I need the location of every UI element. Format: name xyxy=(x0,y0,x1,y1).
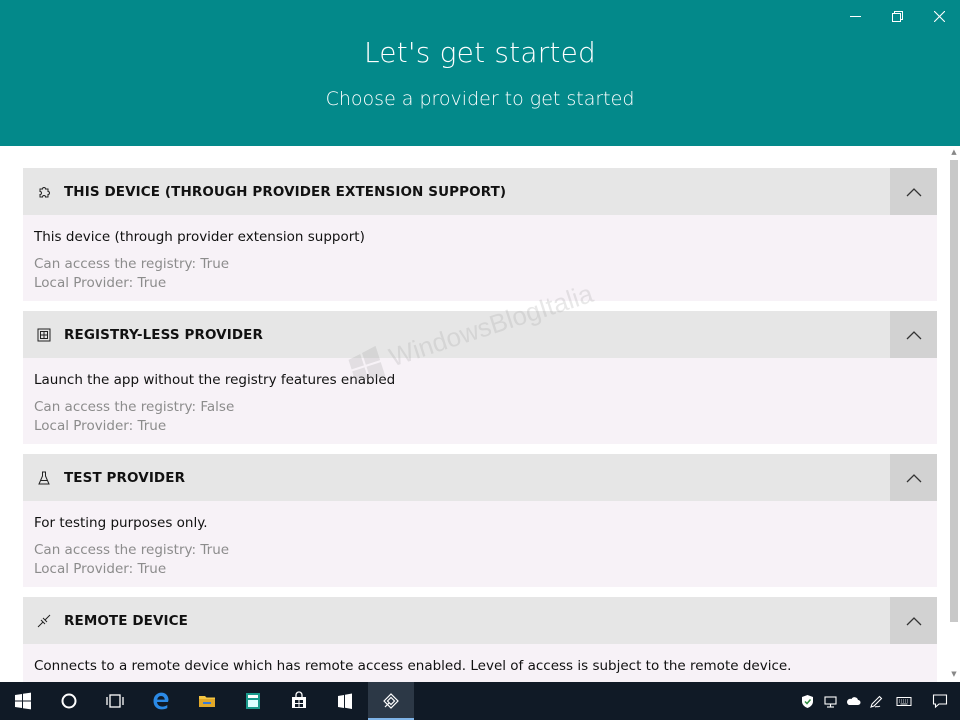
provider-card-registry-less[interactable]: REGISTRY-LESS PROVIDER Launch the app wi… xyxy=(23,311,937,444)
cortana-button[interactable] xyxy=(46,682,92,720)
registry-access-text: Can access the registry: True xyxy=(34,256,230,272)
keyboard-button[interactable] xyxy=(888,682,920,720)
defender-icon xyxy=(802,694,813,708)
provider-card-title: THIS DEVICE (THROUGH PROVIDER EXTENSION … xyxy=(64,183,507,200)
chevron-up-icon xyxy=(906,473,921,482)
keyboard-icon xyxy=(896,696,912,706)
app-icon xyxy=(338,693,352,709)
file-explorer-button[interactable] xyxy=(184,682,230,720)
provider-card-header[interactable]: THIS DEVICE (THROUGH PROVIDER EXTENSION … xyxy=(23,168,937,215)
edge-button[interactable] xyxy=(138,682,184,720)
pen-icon xyxy=(870,695,883,708)
provider-card-this-device[interactable]: THIS DEVICE (THROUGH PROVIDER EXTENSION … xyxy=(23,168,937,301)
cortana-icon xyxy=(61,693,77,709)
provider-description: This device (through provider extension … xyxy=(34,229,365,245)
close-icon xyxy=(933,10,945,22)
registry-app-button[interactable] xyxy=(368,682,414,720)
minimize-icon xyxy=(849,15,861,17)
start-button[interactable] xyxy=(0,682,46,720)
vertical-scrollbar[interactable]: ▲ ▼ xyxy=(948,146,960,682)
local-provider-text: Local Provider: True xyxy=(34,561,167,577)
local-provider-text: Local Provider: True xyxy=(34,275,167,291)
windows-start-icon xyxy=(15,692,31,710)
provider-card-body: Connects to a remote device which has re… xyxy=(23,644,937,682)
onedrive-button[interactable] xyxy=(842,682,865,720)
store-button[interactable] xyxy=(276,682,322,720)
minimize-button[interactable] xyxy=(834,0,876,32)
chevron-up-icon xyxy=(906,616,921,625)
page-subtitle: Choose a provider to get started xyxy=(325,88,635,110)
collapse-button[interactable] xyxy=(890,597,937,644)
remote-connect-icon xyxy=(36,613,52,629)
provider-card-body: For testing purposes only. Can access th… xyxy=(23,501,937,587)
local-provider-text: Local Provider: True xyxy=(34,418,167,434)
collapse-button[interactable] xyxy=(890,454,937,501)
calculator-button[interactable] xyxy=(230,682,276,720)
chevron-up-icon xyxy=(906,330,921,339)
window-controls xyxy=(834,0,960,32)
provider-description: For testing purposes only. xyxy=(34,515,208,531)
taskbar xyxy=(0,682,960,720)
task-view-icon xyxy=(106,694,124,708)
provider-card-header[interactable]: REMOTE DEVICE xyxy=(23,597,937,644)
provider-list: THIS DEVICE (THROUGH PROVIDER EXTENSION … xyxy=(0,146,948,682)
puzzle-icon xyxy=(36,184,52,200)
provider-description: Launch the app without the registry feat… xyxy=(34,372,396,388)
beaker-icon xyxy=(36,470,52,486)
network-button[interactable] xyxy=(819,682,842,720)
provider-card-title: REMOTE DEVICE xyxy=(64,612,188,629)
provider-card-body: Launch the app without the registry feat… xyxy=(23,358,937,444)
page-title: Let's get started xyxy=(363,36,597,69)
provider-card-remote-device[interactable]: REMOTE DEVICE Connects to a remote devic… xyxy=(23,597,937,682)
pen-button[interactable] xyxy=(865,682,888,720)
provider-card-body: This device (through provider extension … xyxy=(23,215,937,301)
collapse-button[interactable] xyxy=(890,168,937,215)
file-explorer-icon xyxy=(199,696,215,707)
provider-card-header[interactable]: TEST PROVIDER xyxy=(23,454,937,501)
chevron-up-icon xyxy=(906,187,921,196)
provider-card-header[interactable]: REGISTRY-LESS PROVIDER xyxy=(23,311,937,358)
notifications-icon xyxy=(932,694,948,709)
app-button[interactable] xyxy=(322,682,368,720)
collapse-button[interactable] xyxy=(890,311,937,358)
edge-icon xyxy=(153,692,169,710)
restore-button[interactable] xyxy=(876,0,918,32)
scroll-up-icon[interactable]: ▲ xyxy=(950,148,958,158)
action-center-button[interactable] xyxy=(920,682,960,720)
registry-app-icon xyxy=(383,693,399,709)
system-tray xyxy=(796,682,960,720)
network-icon xyxy=(824,695,837,708)
task-view-button[interactable] xyxy=(92,682,138,720)
scrollbar-thumb[interactable] xyxy=(950,160,958,622)
registry-access-text: Can access the registry: True xyxy=(34,542,230,558)
grid-icon xyxy=(36,327,52,343)
provider-card-title: REGISTRY-LESS PROVIDER xyxy=(64,326,263,343)
scroll-down-icon[interactable]: ▼ xyxy=(950,670,958,680)
defender-button[interactable] xyxy=(796,682,819,720)
calculator-icon xyxy=(246,693,260,709)
store-icon xyxy=(292,691,306,708)
registry-access-text: Can access the registry: False xyxy=(34,399,235,415)
onedrive-icon xyxy=(847,696,861,705)
provider-card-title: TEST PROVIDER xyxy=(64,469,186,486)
provider-description: Connects to a remote device which has re… xyxy=(34,658,792,674)
provider-card-test[interactable]: TEST PROVIDER For testing purposes only.… xyxy=(23,454,937,587)
header-banner: Let's get started Choose a provider to g… xyxy=(0,0,960,146)
close-button[interactable] xyxy=(918,0,960,32)
restore-icon xyxy=(891,10,903,22)
